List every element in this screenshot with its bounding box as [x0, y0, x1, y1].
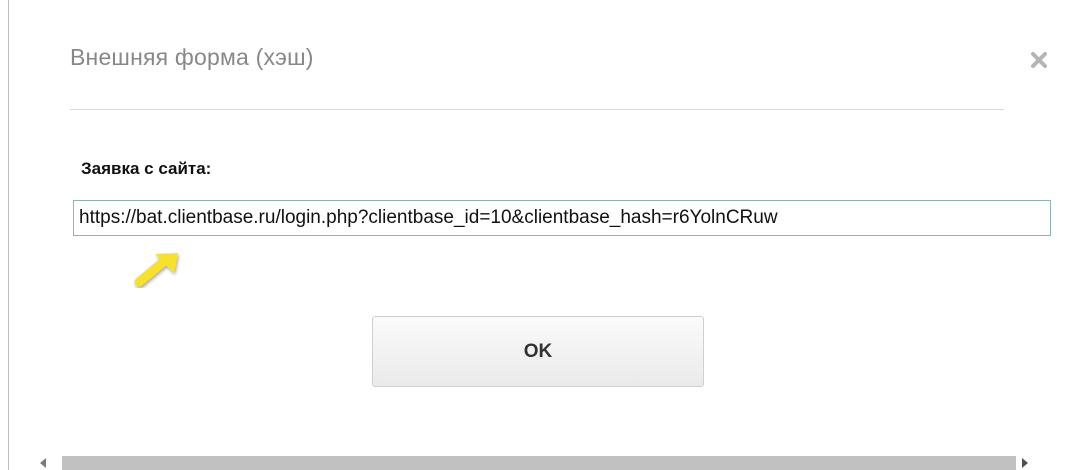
close-icon[interactable] — [1028, 49, 1050, 71]
left-border — [8, 0, 9, 470]
scrollbar-thumb[interactable] — [62, 456, 1016, 470]
dialog-title: Внешняя форма (хэш) — [70, 44, 314, 70]
scroll-left-arrow-icon[interactable] — [38, 457, 48, 469]
ok-button[interactable]: OK — [372, 316, 704, 387]
external-form-url-field[interactable] — [73, 200, 1051, 236]
horizontal-scrollbar[interactable] — [38, 454, 1038, 470]
title-divider — [70, 109, 1004, 110]
scroll-right-arrow-icon[interactable] — [1020, 457, 1030, 469]
pointer-arrow-icon — [134, 253, 178, 287]
dialog-window: Внешняя форма (хэш) Заявка с сайта: OK — [0, 0, 1080, 470]
site-request-label: Заявка с сайта: — [81, 159, 212, 178]
